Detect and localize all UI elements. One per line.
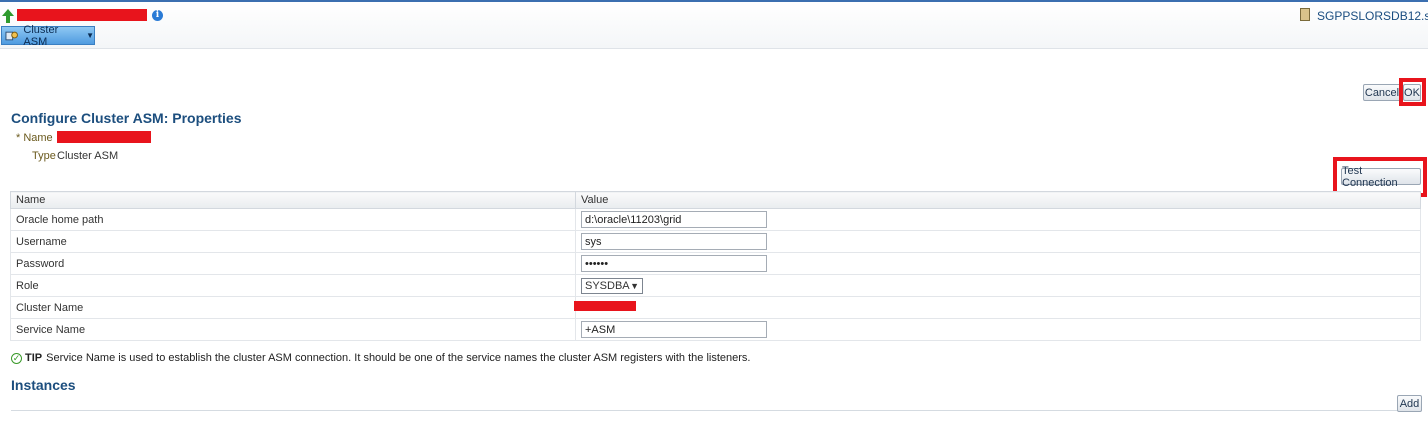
up-arrow-status-icon (2, 9, 14, 23)
role-select[interactable]: SYSDBA ▼ (581, 277, 643, 294)
tip-message: ✓ TIP Service Name is used to establish … (11, 352, 750, 364)
cancel-button[interactable]: Cancel (1363, 84, 1401, 101)
service-name-label: Service Name (10, 318, 576, 341)
service-name-cell (575, 318, 1421, 341)
type-value: Cluster ASM (57, 150, 119, 162)
role-label: Role (10, 274, 576, 297)
cluster-name-label: Cluster Name (10, 296, 576, 319)
tip-label: TIP (25, 352, 43, 364)
tip-text: Service Name is used to establish the cl… (46, 352, 751, 364)
role-cell: SYSDBA ▼ (575, 274, 1421, 297)
instances-divider (11, 410, 1419, 411)
password-label: Password (10, 252, 576, 275)
target-type-menu-label: Cluster ASM (23, 23, 59, 48)
redacted-target-name (17, 9, 147, 21)
role-select-value: SYSDBA (585, 279, 630, 292)
redacted-cluster-name (574, 301, 636, 311)
oracle-home-label: Oracle home path (10, 208, 576, 231)
table-row: Service Name (10, 318, 1421, 341)
username-cell (575, 230, 1421, 253)
host-icon (1300, 8, 1310, 21)
column-header-value: Value (575, 191, 1421, 209)
table-row: Cluster Name (10, 296, 1421, 319)
password-cell (575, 252, 1421, 275)
ok-highlight-box (1399, 78, 1426, 106)
password-input[interactable] (581, 255, 767, 272)
page-header: i SGPPSLORSDB12.slim.c Cluster ASM ▼ (0, 2, 1428, 49)
username-input[interactable] (581, 233, 767, 250)
cluster-asm-icon (5, 31, 18, 40)
add-instance-button[interactable]: Add (1397, 395, 1422, 412)
type-label: Type (32, 150, 56, 162)
username-label: Username (10, 230, 576, 253)
properties-table: Name Value Oracle home path Username Pas… (10, 191, 1421, 341)
table-row: Oracle home path (10, 208, 1421, 231)
table-row: Username (10, 230, 1421, 253)
target-type-menu[interactable]: Cluster ASM ▼ (1, 23, 95, 48)
page-title: Configure Cluster ASM: Properties (11, 110, 242, 126)
chevron-down-icon: ▼ (86, 31, 94, 40)
table-row: Role SYSDBA ▼ (10, 274, 1421, 297)
service-name-input[interactable] (581, 321, 767, 338)
oracle-home-input[interactable] (581, 211, 767, 228)
info-icon[interactable]: i (152, 10, 163, 21)
cluster-name-cell (574, 296, 1421, 319)
column-header-name: Name (10, 191, 576, 209)
host-name-link[interactable]: SGPPSLORSDB12.slim.c (1317, 9, 1428, 23)
dropdown-arrow-icon: ▼ (630, 280, 639, 291)
redacted-name-value (57, 131, 151, 143)
check-icon: ✓ (11, 352, 22, 364)
table-header-row: Name Value (10, 191, 1421, 209)
oracle-home-cell (575, 208, 1421, 231)
instances-title: Instances (11, 377, 76, 393)
name-label: * Name (16, 132, 53, 144)
table-row: Password (10, 252, 1421, 275)
